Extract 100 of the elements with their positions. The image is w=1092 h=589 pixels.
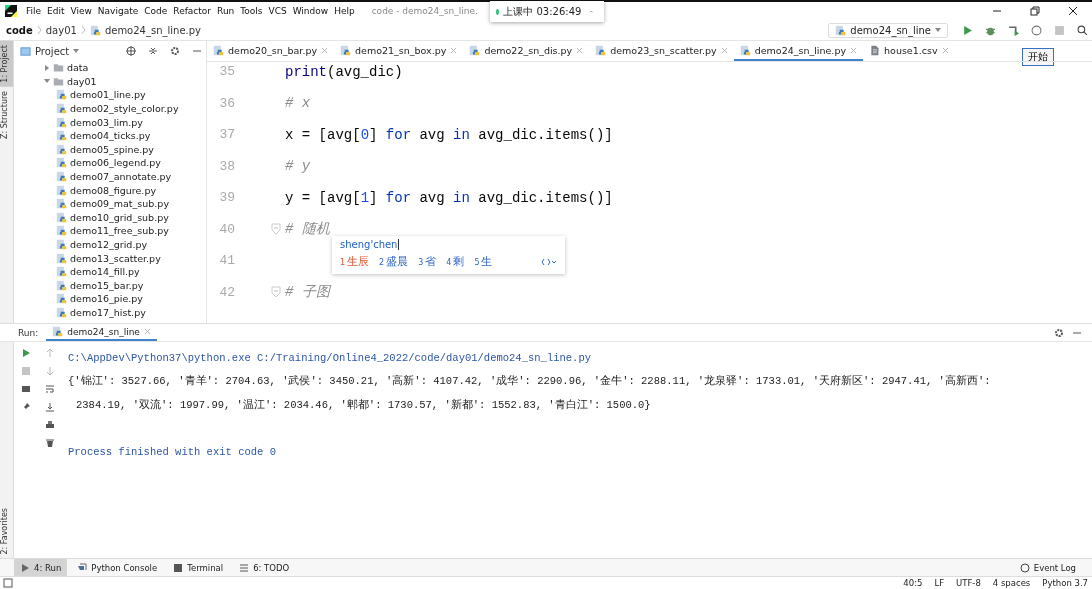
- close-icon[interactable]: [1068, 6, 1078, 16]
- tree-item[interactable]: demo17_hist.py: [70, 307, 146, 318]
- code-line: print(avg_dic): [285, 63, 403, 80]
- up-arrow-icon[interactable]: [45, 348, 55, 358]
- ime-candidate[interactable]: 5 生: [474, 254, 493, 269]
- python-file-icon: [56, 225, 67, 237]
- locate-icon[interactable]: [126, 46, 136, 56]
- status-item[interactable]: 4 spaces: [992, 578, 1031, 588]
- editor-tab[interactable]: demo21_sn_box.py: [334, 41, 464, 61]
- tool-tab[interactable]: Python Console: [71, 559, 164, 576]
- menu-item[interactable]: Code: [141, 6, 171, 16]
- tree-item[interactable]: demo12_grid.py: [70, 239, 148, 250]
- tree-item[interactable]: day01: [67, 75, 97, 87]
- menu-item[interactable]: Run: [214, 6, 238, 16]
- status-item[interactable]: 40:5: [903, 578, 923, 588]
- tool-tab[interactable]: 4: Run: [14, 559, 68, 576]
- line-number: 38: [218, 158, 236, 174]
- tree-item[interactable]: demo11_free_sub.py: [70, 225, 169, 237]
- tree-item[interactable]: demo02_style_color.py: [70, 103, 179, 115]
- editor-tab[interactable]: demo20_sn_bar.py: [207, 41, 335, 61]
- menu-item[interactable]: Navigate: [94, 6, 142, 16]
- tool-window-tab[interactable]: 1: Project: [0, 41, 13, 87]
- ime-candidate[interactable]: 1 生辰: [340, 254, 370, 269]
- line-number: 39: [218, 190, 236, 206]
- ime-candidate[interactable]: 4 剩: [446, 254, 465, 269]
- restore-icon[interactable]: [1030, 6, 1040, 16]
- tree-item[interactable]: demo10_grid_sub.py: [70, 211, 169, 223]
- tree-item[interactable]: demo04_ticks.py: [70, 130, 151, 142]
- tree-item[interactable]: demo06_legend.py: [70, 157, 161, 169]
- event-log-button[interactable]: Event Log: [1019, 562, 1076, 573]
- trash-icon[interactable]: [45, 438, 55, 448]
- panel-title[interactable]: Project: [35, 45, 70, 57]
- editor-tab[interactable]: demo22_sn_dis.py: [463, 41, 590, 61]
- fold-marker-icon[interactable]: [271, 286, 281, 299]
- folder-icon: [53, 62, 64, 74]
- tree-item[interactable]: demo14_fill.py: [70, 266, 140, 278]
- tree-item[interactable]: demo09_mat_sub.py: [70, 198, 169, 210]
- editor-tab[interactable]: demo23_sn_scatter.py: [589, 41, 734, 61]
- print-icon[interactable]: [45, 420, 55, 430]
- menu-item[interactable]: VCS: [265, 6, 290, 16]
- python-file-icon: [56, 239, 67, 250]
- settings-icon[interactable]: [170, 46, 180, 56]
- status-item[interactable]: LF: [934, 578, 945, 588]
- list-icon: [239, 562, 250, 573]
- status-item[interactable]: Python 3.7: [1042, 578, 1088, 588]
- menu-item[interactable]: Tools: [237, 6, 266, 16]
- coverage-icon[interactable]: [1008, 24, 1019, 36]
- tool-window-tab[interactable]: Z: Structure: [0, 86, 13, 143]
- run-config-dropdown[interactable]: demo24_sn_line: [828, 22, 948, 38]
- soft-wrap-icon[interactable]: [45, 384, 55, 394]
- python-file-icon: [56, 157, 67, 169]
- fold-marker-icon[interactable]: [271, 223, 281, 236]
- run-label: Run:: [18, 327, 39, 338]
- profile-icon[interactable]: [1031, 24, 1042, 36]
- menu-item[interactable]: View: [67, 6, 95, 16]
- down-arrow-icon[interactable]: [45, 366, 55, 376]
- scroll-to-end-icon[interactable]: [45, 402, 55, 412]
- tree-item[interactable]: demo13_scatter.py: [70, 252, 161, 264]
- ime-candidate[interactable]: 2 盛晨: [379, 254, 409, 269]
- page-arrows-icon[interactable]: [541, 257, 557, 266]
- tree-item[interactable]: demo08_figure.py: [70, 184, 157, 196]
- tree-item[interactable]: demo15_bar.py: [70, 279, 144, 291]
- tree-item[interactable]: demo05_spine.py: [70, 143, 154, 155]
- breadcrumb-item[interactable]: day01: [45, 24, 77, 36]
- console-line: 2384.19, '双流': 1997.99, '温江': 2034.46, '郫都': 1730.57, '新都': 1552.83, '青白江': 1500.0}: [76, 397, 651, 412]
- run-tab[interactable]: demo24_sn_line: [46, 324, 157, 341]
- code-line: # 随机: [285, 220, 330, 239]
- console-line: C:\AppDev\Python37\python.exe C:/Training/Online4_2022/code/day01/demo24_sn_line.py: [68, 351, 591, 364]
- tree-item[interactable]: data: [67, 62, 89, 74]
- panel-toggle-icon[interactable]: [3, 578, 13, 588]
- tool-tab[interactable]: 6: TODO: [233, 559, 296, 576]
- layout-icon[interactable]: [21, 384, 31, 394]
- menu-item[interactable]: Edit: [44, 6, 68, 16]
- collapse-all-icon[interactable]: [148, 46, 158, 56]
- menu-item[interactable]: Refactor: [170, 6, 215, 16]
- line-number: 41: [218, 253, 236, 269]
- menu-item[interactable]: File: [23, 6, 45, 16]
- search-icon[interactable]: [1077, 24, 1088, 36]
- editor-tab[interactable]: house1.csv: [863, 41, 955, 61]
- tree-item[interactable]: demo01_line.py: [70, 89, 146, 101]
- run-icon[interactable]: [21, 348, 31, 358]
- settings-icon[interactable]: [1054, 327, 1064, 338]
- menu-item[interactable]: Window: [289, 6, 332, 16]
- ime-candidate[interactable]: 3 省: [418, 254, 437, 269]
- editor-tab[interactable]: demo24_sn_line.py: [733, 41, 864, 61]
- python-file-icon: [56, 143, 67, 155]
- breadcrumb-item[interactable]: demo24_sn_line.py: [104, 24, 201, 36]
- tree-item[interactable]: demo03_lim.py: [70, 116, 143, 128]
- start-button[interactable]: 开始: [1022, 48, 1054, 66]
- breadcrumb-item[interactable]: code: [6, 24, 33, 36]
- python-file-icon: [56, 307, 67, 318]
- tree-item[interactable]: demo16_pie.py: [70, 293, 143, 305]
- menu-item[interactable]: Help: [331, 6, 358, 16]
- collapsed-arrow-icon[interactable]: [44, 64, 50, 71]
- tool-tab[interactable]: Terminal: [167, 559, 230, 576]
- run-icon[interactable]: [962, 24, 973, 36]
- expanded-arrow-icon[interactable]: [44, 78, 50, 85]
- dropdown-caret-icon[interactable]: [73, 48, 80, 54]
- tree-item[interactable]: demo07_annotate.py: [70, 171, 172, 183]
- status-item[interactable]: UTF-8: [956, 578, 981, 588]
